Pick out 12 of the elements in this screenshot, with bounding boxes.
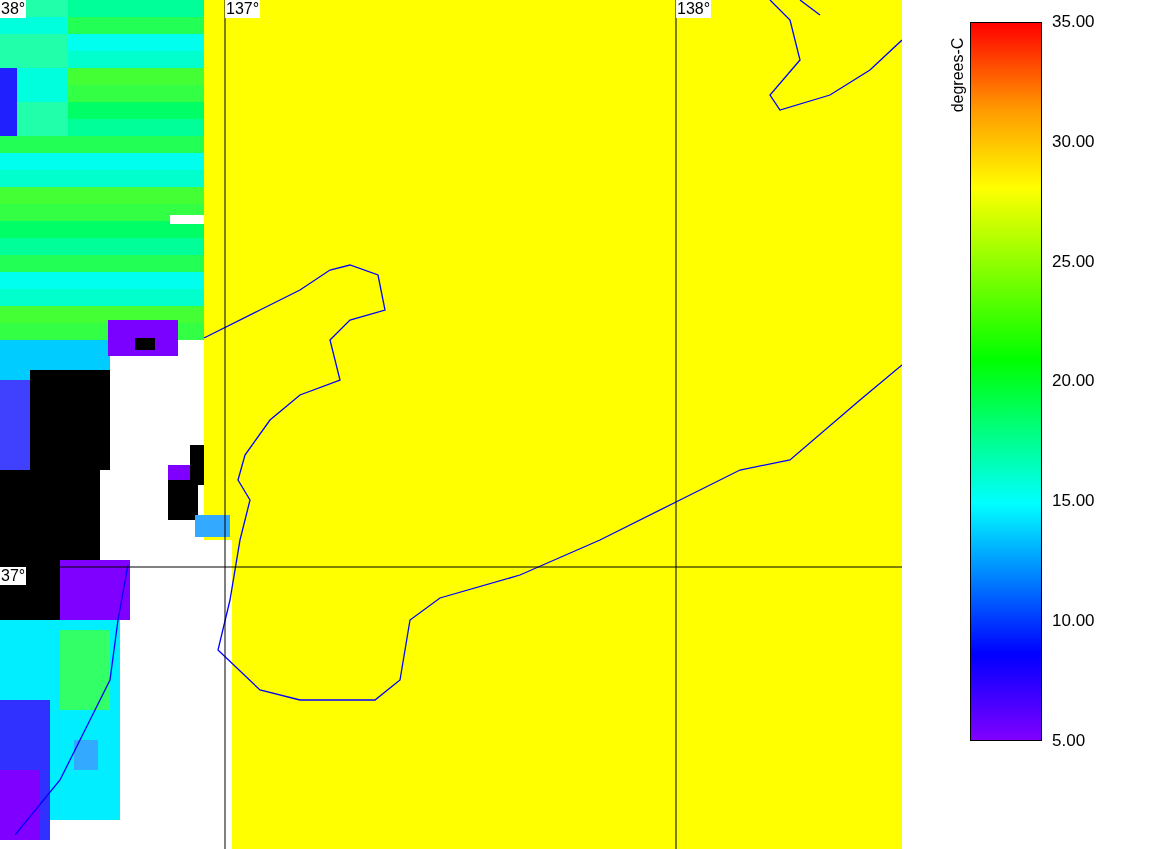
latitude-label: 38° <box>0 0 27 18</box>
colorbar-title: degrees-C <box>949 37 967 113</box>
colorbar-tick-label: 10.00 <box>1052 611 1095 632</box>
colorbar-tick-label: 20.00 <box>1052 371 1095 392</box>
colorbar-tick-label: 5.00 <box>1052 730 1087 751</box>
latitude-label: 37° <box>0 567 27 585</box>
colorbar-tick-label: 35.00 <box>1052 12 1095 32</box>
colorbar-tick-label: 30.00 <box>1052 131 1095 152</box>
colorbar-tick-label: 15.00 <box>1052 491 1095 512</box>
colorbar-tick-label: 25.00 <box>1052 251 1095 272</box>
longitude-label: 137° <box>225 0 261 18</box>
longitude-label: 138° <box>676 0 712 18</box>
